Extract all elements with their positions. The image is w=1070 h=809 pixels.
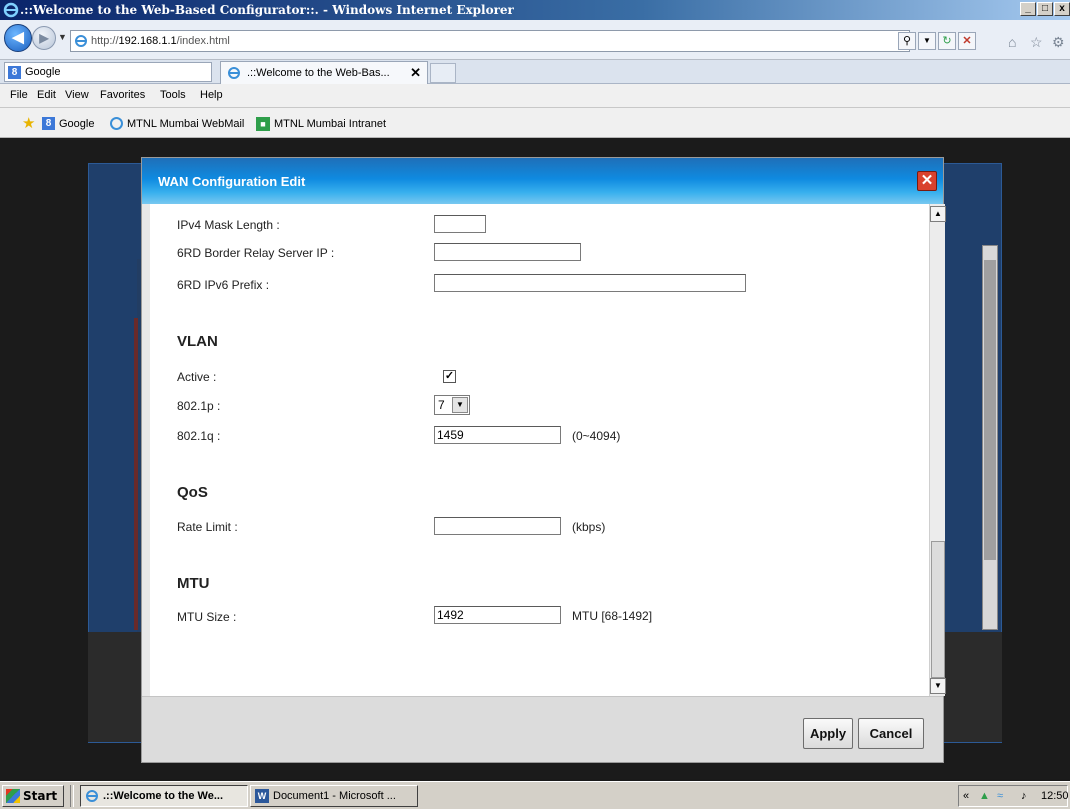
- dialog-footer: Apply Cancel: [142, 696, 943, 762]
- dialog-header: WAN Configuration Edit ✕: [142, 158, 943, 204]
- search-dropdown-icon[interactable]: ▼: [918, 32, 936, 50]
- stop-icon[interactable]: ✕: [958, 32, 976, 50]
- forward-arrow-icon: ▶: [39, 31, 49, 45]
- dialog-scrollbar[interactable]: ▲ ▼: [929, 204, 946, 696]
- forward-button[interactable]: ▶: [32, 26, 56, 50]
- favorite-mtnl-webmail[interactable]: MTNL Mumbai WebMail: [110, 117, 244, 130]
- 8021p-select[interactable]: 7 ▼: [434, 395, 470, 415]
- tab-title: .::Welcome to the Web-Bas...: [247, 67, 390, 79]
- mtu-size-input[interactable]: 1492: [434, 606, 561, 624]
- network-icon[interactable]: ▲: [979, 786, 990, 806]
- favorites-bar: ★ 8 Google MTNL Mumbai WebMail ■ MTNL Mu…: [0, 108, 1070, 138]
- refresh-icon[interactable]: ↻: [938, 32, 956, 50]
- search-icon[interactable]: ⚲: [898, 32, 916, 50]
- border-relay-label: 6RD Border Relay Server IP :: [177, 246, 335, 260]
- rate-limit-label: Rate Limit :: [177, 520, 238, 534]
- maximize-button[interactable]: □: [1037, 2, 1053, 16]
- google-search-box[interactable]: 8 Google: [4, 62, 212, 82]
- taskbar-item-ie[interactable]: .::Welcome to the We...: [80, 785, 248, 807]
- new-tab-button[interactable]: [430, 63, 456, 83]
- ipv6-prefix-label: 6RD IPv6 Prefix :: [177, 278, 270, 292]
- window-title: .::Welcome to the Web-Based Configurator…: [20, 3, 514, 17]
- internet-explorer-icon: [3, 2, 19, 18]
- dialog-close-icon[interactable]: ✕: [917, 171, 937, 191]
- menu-edit[interactable]: Edit: [37, 89, 56, 101]
- 8021q-label: 802.1q :: [177, 429, 221, 443]
- dialog-title: WAN Configuration Edit: [158, 174, 306, 189]
- home-icon[interactable]: ⌂: [1008, 34, 1016, 50]
- back-arrow-icon: ◀: [12, 29, 24, 46]
- background-decoration: [134, 318, 138, 630]
- intranet-icon: ■: [256, 117, 270, 131]
- rate-limit-unit: (kbps): [572, 520, 606, 534]
- 8021q-range: (0~4094): [572, 429, 621, 443]
- page-icon: [75, 35, 87, 47]
- word-document-icon: W: [255, 789, 269, 803]
- page-icon: [228, 67, 240, 79]
- vlan-heading: VLAN: [177, 333, 218, 350]
- ipv6-prefix-input[interactable]: [434, 274, 746, 292]
- favorites-star-icon[interactable]: ☆: [1030, 34, 1043, 51]
- back-button[interactable]: ◀: [4, 24, 32, 52]
- cancel-button[interactable]: Cancel: [858, 718, 924, 749]
- ipv4-mask-length-label: IPv4 Mask Length :: [177, 218, 280, 232]
- vlan-active-label: Active :: [177, 370, 217, 384]
- 8021q-input[interactable]: 1459: [434, 426, 561, 444]
- clock[interactable]: 12:50: [1041, 786, 1069, 806]
- taskbar-separator: [70, 785, 74, 807]
- qos-heading: QoS: [177, 484, 208, 501]
- tray-expand-icon[interactable]: «: [963, 786, 969, 806]
- minimize-button[interactable]: _: [1020, 2, 1036, 16]
- background-scrollbar[interactable]: [982, 245, 998, 630]
- google-label: Google: [25, 66, 61, 78]
- menu-view[interactable]: View: [65, 89, 89, 101]
- google-icon: 8: [8, 66, 21, 79]
- ie-page-icon: [110, 117, 123, 130]
- ipv4-mask-length-input[interactable]: [434, 215, 486, 233]
- address-bar[interactable]: http://192.168.1.1/index.html: [70, 30, 910, 52]
- tab-close-icon[interactable]: ✕: [410, 65, 421, 81]
- favorites-star-icon[interactable]: ★: [22, 114, 35, 132]
- chevron-down-icon: ▼: [452, 397, 468, 413]
- border-relay-input[interactable]: [434, 243, 581, 261]
- history-dropdown-icon[interactable]: ▼: [58, 32, 67, 42]
- mtu-size-label: MTU Size :: [177, 610, 237, 624]
- address-toolbar: ◀ ▶ ▼ http://192.168.1.1/index.html ⚲ ▼ …: [0, 20, 1070, 60]
- taskbar-item-word[interactable]: W Document1 - Microsoft ...: [250, 785, 418, 807]
- rate-limit-input[interactable]: [434, 517, 561, 535]
- menu-tools[interactable]: Tools: [160, 89, 186, 101]
- 8021p-label: 802.1p :: [177, 399, 221, 413]
- internet-explorer-icon: [86, 790, 98, 802]
- scroll-thumb[interactable]: [931, 541, 945, 678]
- menu-bar: File Edit View Favorites Tools Help: [0, 84, 1070, 108]
- windows-flag-icon: [6, 789, 20, 803]
- scroll-up-icon[interactable]: ▲: [930, 206, 946, 222]
- tab-row: 8 Google .::Welcome to the Web-Bas... ✕: [0, 60, 1070, 84]
- mtu-heading: MTU: [177, 575, 210, 592]
- wifi-icon[interactable]: ≈: [997, 786, 1003, 806]
- volume-icon[interactable]: ♪: [1021, 786, 1027, 806]
- settings-gear-icon[interactable]: ⚙: [1052, 34, 1065, 51]
- 8021p-value: 7: [438, 398, 445, 412]
- system-tray: « ▲ ≈ ♪ 12:50: [958, 785, 1069, 807]
- start-button[interactable]: Start: [2, 785, 64, 807]
- google-icon: 8: [42, 117, 55, 130]
- menu-help[interactable]: Help: [200, 89, 223, 101]
- dialog-body: IPv4 Mask Length : 6RD Border Relay Serv…: [150, 204, 946, 696]
- address-url[interactable]: http://192.168.1.1/index.html: [91, 35, 230, 47]
- mtu-size-range: MTU [68-1492]: [572, 609, 653, 623]
- vlan-active-checkbox[interactable]: ✓: [443, 370, 456, 383]
- tab-configurator[interactable]: .::Welcome to the Web-Bas... ✕: [220, 61, 428, 84]
- menu-file[interactable]: File: [10, 89, 28, 101]
- close-window-button[interactable]: x: [1054, 2, 1070, 16]
- wan-config-dialog: WAN Configuration Edit ✕ IPv4 Mask Lengt…: [141, 157, 946, 763]
- taskbar: Start .::Welcome to the We... W Document…: [0, 781, 1070, 809]
- apply-button[interactable]: Apply: [803, 718, 853, 749]
- menu-favorites[interactable]: Favorites: [100, 89, 145, 101]
- favorite-mtnl-intranet[interactable]: ■ MTNL Mumbai Intranet: [256, 117, 386, 131]
- scroll-down-icon[interactable]: ▼: [930, 678, 946, 694]
- window-title-bar: .::Welcome to the Web-Based Configurator…: [0, 0, 1070, 20]
- favorite-google[interactable]: 8 Google: [42, 117, 94, 130]
